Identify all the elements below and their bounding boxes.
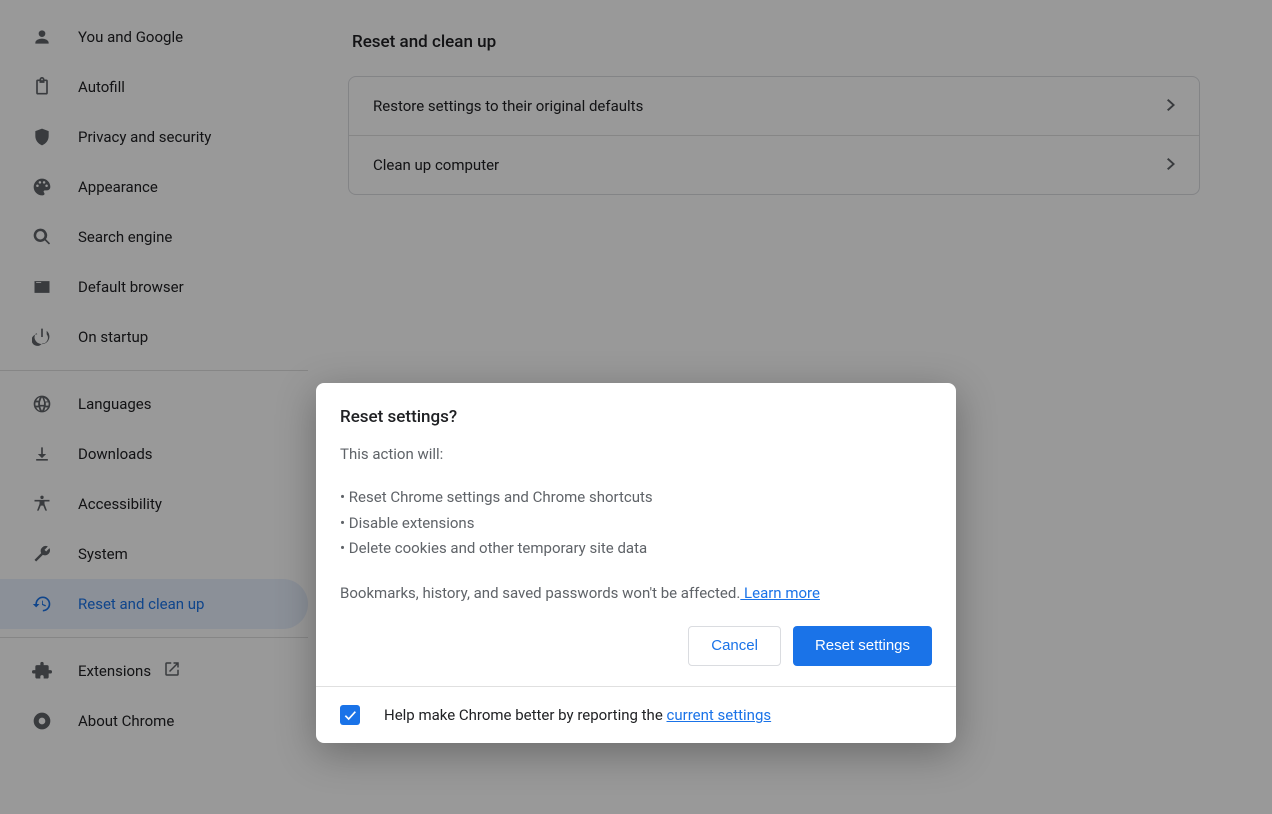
reset-settings-button[interactable]: Reset settings (793, 626, 932, 666)
reset-settings-dialog: Reset settings? This action will: • Rese… (316, 383, 956, 743)
dialog-footer: Help make Chrome better by reporting the… (316, 686, 956, 743)
dialog-footer-text: Help make Chrome better by reporting the… (384, 706, 771, 724)
dialog-bullet: • Reset Chrome settings and Chrome short… (340, 485, 932, 511)
dialog-title: Reset settings? (340, 407, 932, 427)
dialog-bullet: • Delete cookies and other temporary sit… (340, 536, 932, 562)
dialog-bullet: • Disable extensions (340, 511, 932, 537)
current-settings-link[interactable]: current settings (667, 706, 772, 724)
dialog-note: Bookmarks, history, and saved passwords … (340, 584, 932, 602)
cancel-button[interactable]: Cancel (688, 626, 781, 666)
report-settings-checkbox[interactable] (340, 705, 360, 725)
learn-more-link[interactable]: Learn more (740, 584, 820, 602)
dialog-bullets: • Reset Chrome settings and Chrome short… (340, 485, 932, 562)
dialog-intro: This action will: (340, 445, 932, 463)
